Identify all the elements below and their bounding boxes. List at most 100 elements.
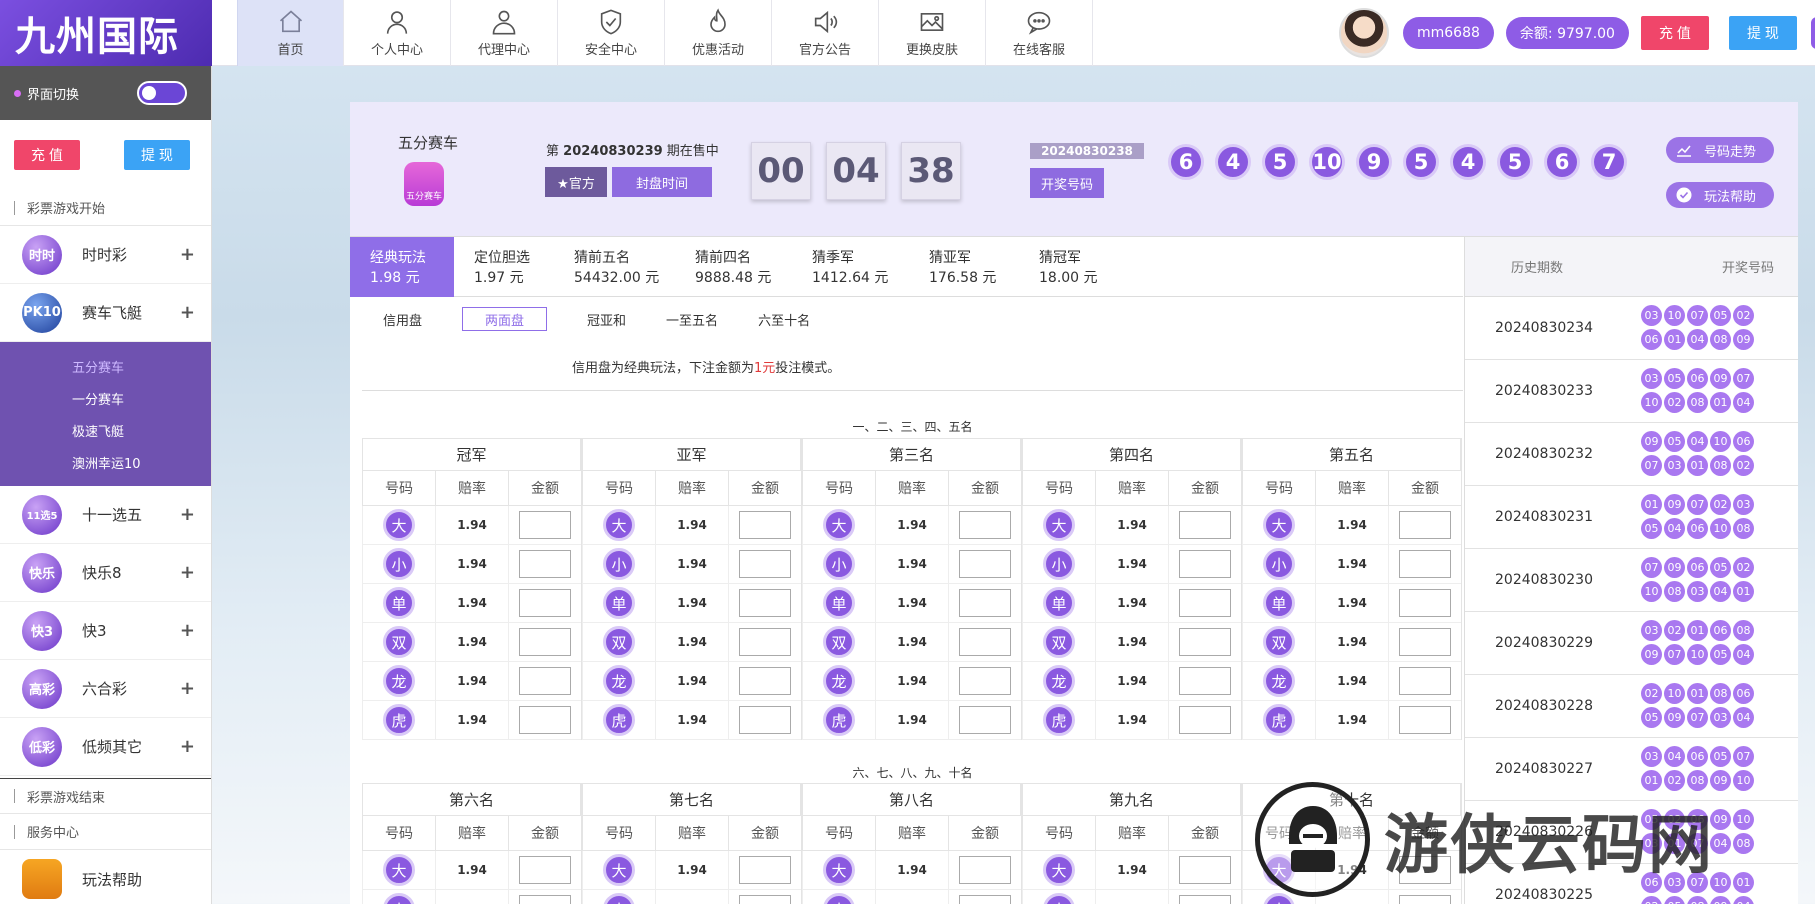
bet-amount-input[interactable] (1399, 511, 1451, 539)
nav-promotions[interactable]: 优惠活动 (665, 0, 772, 66)
subtab-credit[interactable]: 信用盘 (383, 310, 422, 329)
brand-logo[interactable]: 九州国际 (0, 0, 212, 66)
bet-amount-input[interactable] (519, 589, 571, 617)
bet-amount-input[interactable] (959, 706, 1011, 734)
bet-amount-input[interactable] (1179, 667, 1231, 695)
bet-option-ball[interactable]: 大 (603, 854, 635, 886)
bet-option-ball[interactable]: 单 (1043, 587, 1075, 619)
bet-option-ball[interactable]: 双 (1043, 626, 1075, 658)
bet-option-ball[interactable]: 双 (823, 626, 855, 658)
sidebar-game-kl8[interactable]: 快乐 快乐8 + (0, 544, 211, 602)
bet-option-ball[interactable]: 虎 (603, 704, 635, 736)
bet-option-ball[interactable]: 大 (1043, 509, 1075, 541)
bet-amount-input[interactable] (959, 856, 1011, 884)
bet-option-ball[interactable]: 小 (1263, 893, 1295, 904)
bet-option-ball[interactable]: 大 (383, 854, 415, 886)
theme-toggle[interactable] (137, 81, 187, 105)
bet-amount-input[interactable] (519, 895, 571, 904)
bet-option-ball[interactable]: 双 (1263, 626, 1295, 658)
bet-option-ball[interactable]: 龙 (383, 665, 415, 697)
official-badge[interactable]: ★官方 (545, 167, 607, 197)
bet-amount-input[interactable] (1179, 589, 1231, 617)
subtab-two-sides[interactable]: 两面盘 (462, 307, 548, 331)
tab-classic[interactable]: 经典玩法 1.98 元 (350, 237, 454, 297)
bet-amount-input[interactable] (739, 550, 791, 578)
recharge-button[interactable]: 充 值 (1640, 16, 1709, 50)
sidebar-game-lowfreq[interactable]: 低彩 低频其它 + (0, 718, 211, 776)
bet-amount-input[interactable] (739, 895, 791, 904)
bet-option-ball[interactable]: 小 (823, 893, 855, 904)
sidebar-game-11x5[interactable]: 11选5 十一选五 + (0, 486, 211, 544)
expand-plus-icon[interactable]: + (180, 244, 195, 265)
nav-support[interactable]: 在线客服 (986, 0, 1093, 66)
bet-amount-input[interactable] (519, 706, 571, 734)
bet-option-ball[interactable]: 单 (383, 587, 415, 619)
sidebar-game-k3[interactable]: 快3 快3 + (0, 602, 211, 660)
bet-option-ball[interactable]: 虎 (823, 704, 855, 736)
subgame-yifen-racing[interactable]: 一分赛车 (0, 382, 211, 414)
bet-option-ball[interactable]: 大 (383, 509, 415, 541)
subtab-6-10[interactable]: 六至十名 (758, 310, 810, 329)
subgame-aozhou-lucky10[interactable]: 澳洲幸运10 (0, 446, 211, 478)
sidebar-game-pk10[interactable]: PK10 赛车飞艇 + (0, 284, 211, 342)
bet-amount-input[interactable] (519, 667, 571, 695)
bet-amount-input[interactable] (739, 511, 791, 539)
tab-top4[interactable]: 猜前四名 9888.48 元 (685, 237, 802, 297)
bet-amount-input[interactable] (959, 628, 1011, 656)
nav-skin[interactable]: 更换皮肤 (879, 0, 986, 66)
subgame-wufen-racing[interactable]: 五分赛车 (0, 350, 211, 382)
sidebar-recharge-button[interactable]: 充 值 (14, 140, 80, 170)
bet-amount-input[interactable] (1399, 667, 1451, 695)
bet-option-ball[interactable]: 双 (603, 626, 635, 658)
bet-option-ball[interactable]: 单 (823, 587, 855, 619)
bet-amount-input[interactable] (1179, 511, 1231, 539)
bet-option-ball[interactable]: 大 (1263, 854, 1295, 886)
bet-amount-input[interactable] (1399, 589, 1451, 617)
bet-amount-input[interactable] (1399, 550, 1451, 578)
expand-plus-icon[interactable]: + (180, 678, 195, 699)
bet-amount-input[interactable] (739, 667, 791, 695)
bet-option-ball[interactable]: 大 (1263, 509, 1295, 541)
nav-agent[interactable]: 代理中心 (451, 0, 558, 66)
tab-second[interactable]: 猜亚军 176.58 元 (919, 237, 1029, 297)
bet-option-ball[interactable]: 单 (1263, 587, 1295, 619)
bet-amount-input[interactable] (1399, 628, 1451, 656)
bet-amount-input[interactable] (1399, 895, 1451, 904)
bet-amount-input[interactable] (739, 628, 791, 656)
close-time-button[interactable]: 封盘时间 (612, 167, 712, 197)
bet-amount-input[interactable] (519, 511, 571, 539)
bet-amount-input[interactable] (1179, 895, 1231, 904)
sidebar-game-ssc[interactable]: 时时 时时彩 + (0, 226, 211, 284)
bet-option-ball[interactable]: 龙 (1263, 665, 1295, 697)
nav-security[interactable]: 安全中心 (558, 0, 665, 66)
bet-amount-input[interactable] (1179, 706, 1231, 734)
expand-plus-icon[interactable]: + (180, 562, 195, 583)
subtab-1-5[interactable]: 一至五名 (666, 310, 718, 329)
bet-option-ball[interactable]: 虎 (1043, 704, 1075, 736)
bet-amount-input[interactable] (959, 511, 1011, 539)
bet-option-ball[interactable]: 大 (603, 509, 635, 541)
nav-personal[interactable]: 个人中心 (344, 0, 451, 66)
menu-edge-tab[interactable] (1810, 17, 1815, 49)
bet-option-ball[interactable]: 大 (1043, 854, 1075, 886)
bet-amount-input[interactable] (959, 895, 1011, 904)
bet-amount-input[interactable] (1179, 856, 1231, 884)
tab-champion[interactable]: 猜冠军 18.00 元 (1029, 237, 1139, 297)
expand-plus-icon[interactable]: + (180, 302, 195, 323)
bet-option-ball[interactable]: 大 (823, 854, 855, 886)
bet-option-ball[interactable]: 小 (823, 548, 855, 580)
tab-top5[interactable]: 猜前五名 54432.00 元 (559, 237, 685, 297)
avatar[interactable] (1339, 8, 1389, 58)
subgame-jisu-feiting[interactable]: 极速飞艇 (0, 414, 211, 446)
sidebar-game-lhc[interactable]: 高彩 六合彩 + (0, 660, 211, 718)
bet-option-ball[interactable]: 虎 (383, 704, 415, 736)
sidebar-help[interactable]: 玩法帮助 (0, 850, 211, 904)
tab-position[interactable]: 定位胆选 1.97 元 (454, 237, 559, 297)
draw-code-button[interactable]: 开奖号码 (1030, 168, 1104, 198)
bet-option-ball[interactable]: 小 (603, 893, 635, 904)
expand-plus-icon[interactable]: + (180, 504, 195, 525)
bet-amount-input[interactable] (1179, 628, 1231, 656)
bet-option-ball[interactable]: 龙 (823, 665, 855, 697)
expand-plus-icon[interactable]: + (180, 736, 195, 757)
rules-help-button[interactable]: 玩法帮助 (1666, 182, 1774, 208)
